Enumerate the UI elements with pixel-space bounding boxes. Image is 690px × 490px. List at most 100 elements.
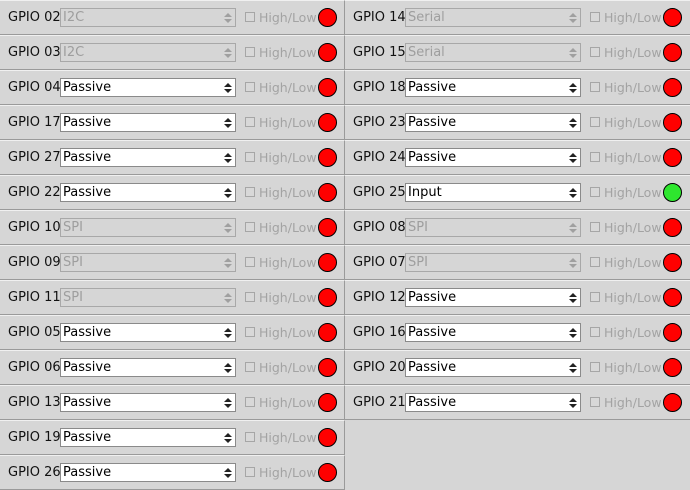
mode-select[interactable]: Passive (60, 113, 236, 132)
mode-select-value: Serial (408, 45, 445, 60)
high-low-checkbox[interactable] (590, 187, 600, 197)
mode-select[interactable]: I2C (60, 8, 236, 27)
mode-select-value: SPI (408, 220, 428, 235)
high-low-checkbox[interactable] (245, 222, 255, 232)
spin-arrows-icon (568, 220, 578, 235)
mode-select[interactable]: Passive (60, 428, 236, 447)
mode-select[interactable]: Passive (405, 358, 581, 377)
high-low-checkbox[interactable] (245, 12, 255, 22)
high-low-checkbox[interactable] (590, 117, 600, 127)
high-low-checkbox[interactable] (245, 82, 255, 92)
gpio-label: GPIO 27 (8, 150, 61, 165)
mode-select[interactable]: Passive (60, 148, 236, 167)
high-low-checkbox[interactable] (590, 257, 600, 267)
mode-select-value: SPI (63, 220, 83, 235)
mode-select-value: Passive (408, 325, 457, 340)
high-low-checkbox[interactable] (245, 397, 255, 407)
spin-arrows-icon (223, 115, 233, 130)
high-low-checkbox[interactable] (245, 152, 255, 162)
spin-arrows-icon (223, 10, 233, 25)
high-low-label: High/Low (604, 220, 662, 235)
high-low-label: High/Low (604, 115, 662, 130)
mode-select[interactable]: Passive (60, 393, 236, 412)
gpio-label: GPIO 12 (353, 290, 406, 305)
mode-select[interactable]: Passive (405, 393, 581, 412)
high-low-label: High/Low (259, 395, 317, 410)
mode-select[interactable]: Passive (60, 463, 236, 482)
mode-select[interactable]: Passive (405, 323, 581, 342)
spin-arrows-icon (223, 220, 233, 235)
gpio-label: GPIO 10 (8, 220, 61, 235)
high-low-checkbox[interactable] (245, 292, 255, 302)
spin-arrows-icon (223, 150, 233, 165)
gpio-label: GPIO 15 (353, 45, 406, 60)
mode-select[interactable]: Passive (405, 288, 581, 307)
mode-select-value: Serial (408, 10, 445, 25)
mode-select[interactable]: Passive (405, 113, 581, 132)
high-low-label: High/Low (259, 290, 317, 305)
state-led-icon (663, 78, 682, 97)
mode-select[interactable]: Serial (405, 8, 581, 27)
spin-arrows-icon (223, 255, 233, 270)
high-low-checkbox[interactable] (590, 152, 600, 162)
mode-select-value: Passive (63, 80, 112, 95)
mode-select[interactable]: Passive (405, 78, 581, 97)
state-led-icon (663, 183, 682, 202)
mode-select[interactable]: I2C (60, 43, 236, 62)
mode-select[interactable]: Passive (60, 183, 236, 202)
high-low-checkbox[interactable] (590, 12, 600, 22)
gpio-label: GPIO 22 (8, 185, 61, 200)
high-low-checkbox[interactable] (245, 187, 255, 197)
mode-select[interactable]: Serial (405, 43, 581, 62)
gpio-row-gpio-02: GPIO 02 I2C High/Low (0, 0, 345, 35)
high-low-label: High/Low (259, 115, 317, 130)
high-low-checkbox[interactable] (245, 327, 255, 337)
mode-select-value: I2C (63, 10, 85, 25)
gpio-label: GPIO 03 (8, 45, 61, 60)
mode-select[interactable]: SPI (60, 288, 236, 307)
high-low-checkbox[interactable] (590, 47, 600, 57)
mode-select[interactable]: SPI (60, 253, 236, 272)
spin-arrows-icon (568, 290, 578, 305)
mode-select[interactable]: Passive (60, 358, 236, 377)
gpio-row-gpio-11: GPIO 11 SPI High/Low (0, 280, 345, 315)
spin-arrows-icon (223, 80, 233, 95)
spin-arrows-icon (568, 255, 578, 270)
gpio-row-gpio-16: GPIO 16 Passive High/Low (345, 315, 690, 350)
high-low-checkbox[interactable] (245, 432, 255, 442)
mode-select-value: Input (408, 185, 442, 200)
mode-select-value: Passive (63, 465, 112, 480)
state-led-icon (318, 183, 337, 202)
gpio-row-gpio-14: GPIO 14 Serial High/Low (345, 0, 690, 35)
high-low-checkbox[interactable] (590, 397, 600, 407)
mode-select[interactable]: SPI (405, 253, 581, 272)
high-low-label: High/Low (259, 325, 317, 340)
high-low-label: High/Low (259, 360, 317, 375)
gpio-column-left: GPIO 02 I2C High/Low GPIO 03 I2C High/Lo… (0, 0, 345, 490)
high-low-checkbox[interactable] (245, 362, 255, 372)
high-low-checkbox[interactable] (245, 257, 255, 267)
state-led-icon (318, 218, 337, 237)
high-low-checkbox[interactable] (590, 327, 600, 337)
high-low-label: High/Low (604, 255, 662, 270)
spin-arrows-icon (223, 45, 233, 60)
mode-select[interactable]: Passive (60, 323, 236, 342)
high-low-checkbox[interactable] (590, 292, 600, 302)
state-led-icon (663, 358, 682, 377)
gpio-label: GPIO 25 (353, 185, 406, 200)
high-low-checkbox[interactable] (245, 47, 255, 57)
mode-select[interactable]: SPI (60, 218, 236, 237)
mode-select[interactable]: Input (405, 183, 581, 202)
state-led-icon (318, 393, 337, 412)
high-low-checkbox[interactable] (245, 117, 255, 127)
gpio-row-gpio-27: GPIO 27 Passive High/Low (0, 140, 345, 175)
high-low-label: High/Low (259, 220, 317, 235)
mode-select[interactable]: SPI (405, 218, 581, 237)
mode-select[interactable]: Passive (405, 148, 581, 167)
gpio-label: GPIO 04 (8, 80, 61, 95)
high-low-checkbox[interactable] (590, 82, 600, 92)
mode-select[interactable]: Passive (60, 78, 236, 97)
high-low-checkbox[interactable] (590, 222, 600, 232)
high-low-checkbox[interactable] (590, 362, 600, 372)
state-led-icon (318, 253, 337, 272)
